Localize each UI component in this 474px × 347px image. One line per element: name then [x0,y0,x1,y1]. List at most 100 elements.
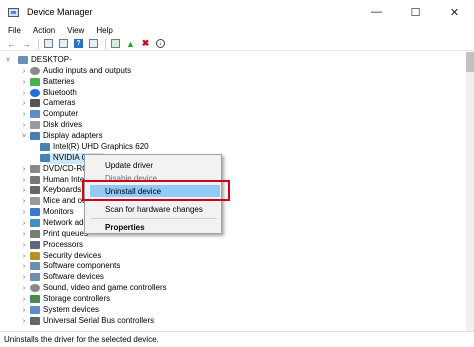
network-icon [30,219,40,227]
tree-label: Cameras [43,98,76,107]
storage-controller-icon [30,295,40,303]
tree-category[interactable]: › Print queues [20,229,88,239]
tree-label: Monitors [43,207,74,216]
tree-label: Display adapters [43,131,103,140]
tree-category[interactable]: › Disk drives [20,120,82,130]
status-text: Uninstalls the driver for the selected d… [4,335,159,344]
toolbar-divider [105,38,106,49]
tree-category[interactable]: › Processors [20,240,83,250]
scan-hardware-item[interactable]: Scan for hardware changes [90,203,203,215]
vertical-scrollbar[interactable] [466,52,474,331]
uninstall-icon[interactable]: ✖ [140,38,151,49]
menu-file[interactable]: File [8,26,21,35]
properties-item[interactable]: Properties [90,221,145,233]
action-pane-icon[interactable] [88,39,99,49]
tree-category[interactable]: › Software devices [20,272,104,282]
expand-arrow-icon[interactable]: › [20,187,28,194]
expand-arrow-icon[interactable]: › [20,177,28,184]
tree-category[interactable]: › Security devices [20,251,101,261]
tree-category[interactable]: › Human Interf [20,175,89,185]
help-icon[interactable]: ? [73,39,84,49]
expand-arrow-icon[interactable]: › [20,68,28,75]
tree-label: Universal Serial Bus controllers [43,316,155,325]
computer-icon [30,110,40,118]
expand-arrow-icon[interactable]: › [20,263,28,270]
maximize-button[interactable]: ☐ [396,0,435,24]
update-driver-icon[interactable]: ▲ [125,39,136,49]
expand-arrow-icon[interactable]: › [20,220,28,227]
tree-label: Software devices [43,272,104,281]
tree-label: Software components [43,261,121,270]
computer-icon [18,56,28,64]
expand-arrow-icon[interactable]: › [20,318,28,325]
processor-icon [30,241,40,249]
expand-arrow-icon[interactable]: › [20,231,28,238]
minimize-button[interactable]: — [357,0,396,24]
tree-label: Disk drives [43,120,83,129]
show-hide-icon[interactable] [58,39,69,49]
expand-arrow-icon[interactable]: › [20,122,28,129]
back-arrow-icon[interactable]: ← [6,39,17,49]
tree-category[interactable]: › Universal Serial Bus controllers [20,316,154,326]
tree-category[interactable]: › Network adap [20,218,92,228]
tree-category[interactable]: › Mice and oth [20,196,89,206]
expand-arrow-icon[interactable]: › [20,242,28,249]
expand-arrow-icon[interactable]: › [20,79,28,86]
tree-device[interactable]: Intel(R) UHD Graphics 620 [40,142,149,152]
monitor-icon [30,208,40,216]
security-icon [30,252,40,260]
expand-arrow-icon[interactable]: › [20,274,28,281]
update-driver-item[interactable]: Update driver [90,159,153,171]
tree-root[interactable]: ˅ DESKTOP- [4,55,72,65]
expand-arrow-icon[interactable]: › [20,285,28,292]
tree-label: Security devices [43,251,102,260]
tree-category[interactable]: ˅ Display adapters [20,131,103,141]
collapse-arrow-icon[interactable]: ˅ [4,57,12,64]
properties-icon[interactable] [43,39,54,49]
expand-arrow-icon[interactable]: › [20,166,28,173]
tree-category[interactable]: › Computer [20,109,78,119]
expand-arrow-icon[interactable]: › [20,307,28,314]
menu-help[interactable]: Help [96,26,112,35]
close-button[interactable]: ✕ [435,0,474,24]
display-adapter-icon [30,132,40,140]
tree-category[interactable]: › Batteries [20,77,75,87]
expand-arrow-icon[interactable]: › [20,90,28,97]
tree-label: Bluetooth [43,88,77,97]
tree-label: Intel(R) UHD Graphics 620 [53,142,149,151]
toolbar-divider [38,38,39,49]
scan-hardware-icon[interactable] [110,39,121,49]
menu-action[interactable]: Action [33,26,55,35]
tree-label: System devices [43,305,100,314]
menu-view[interactable]: View [67,26,84,35]
speaker-icon [30,67,40,75]
tree-category[interactable]: › Keyboards [20,185,81,195]
tree-category[interactable]: › Audio inputs and outputs [20,66,131,76]
display-adapter-icon [40,154,50,162]
tree-label: Keyboards [43,185,82,194]
tree-category[interactable]: › Storage controllers [20,294,110,304]
expand-arrow-icon[interactable]: › [20,209,28,216]
scrollbar-thumb[interactable] [466,52,474,72]
tree-category[interactable]: › Monitors [20,207,74,217]
expand-arrow-icon[interactable]: › [20,100,28,107]
expand-arrow-icon[interactable]: › [20,111,28,118]
forward-arrow-icon[interactable]: → [21,39,32,49]
tree-category[interactable]: › Sound, video and game controllers [20,283,167,293]
tree-category[interactable]: › Cameras [20,98,75,108]
expand-arrow-icon[interactable]: › [20,253,28,260]
tree-category[interactable]: › Bluetooth [20,88,77,98]
usb-icon [30,317,40,325]
tree-category[interactable]: › System devices [20,305,99,315]
expand-arrow-icon[interactable]: › [20,296,28,303]
annotation-highlight-box [82,180,230,201]
device-tree: ˅ DESKTOP- › Audio inputs and outputs › … [0,52,466,331]
expand-arrow-icon[interactable]: › [20,198,28,205]
mouse-icon [30,197,40,205]
tree-category[interactable]: › Software components [20,261,120,271]
device-manager-icon [8,7,19,17]
display-adapter-icon [40,143,50,151]
dvd-drive-icon [30,165,40,173]
collapse-arrow-icon[interactable]: ˅ [20,133,28,140]
enable-device-icon[interactable]: ↓ [155,39,166,49]
